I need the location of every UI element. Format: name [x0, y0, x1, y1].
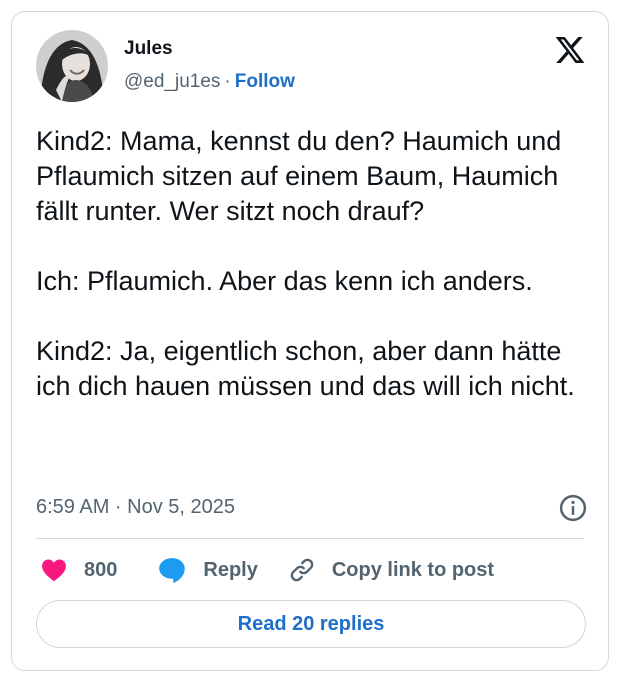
embedded-tweet-card: Jules @ed_ju1es · Follow Kind2: Mama, kenn… [11, 11, 609, 671]
tweet-text: Kind2: Mama, kennst du den? Haumich und … [36, 126, 575, 401]
author-handle-row: @ed_ju1es · Follow [124, 71, 295, 93]
x-logo-icon[interactable] [554, 34, 586, 66]
author-name[interactable]: Jules [124, 38, 173, 60]
author-handle[interactable]: @ed_ju1es [124, 71, 220, 92]
divider [36, 538, 584, 539]
separator-dot: · [224, 71, 231, 92]
author-avatar[interactable] [36, 30, 108, 102]
reply-button[interactable]: Reply [157, 555, 258, 585]
copy-link-button[interactable]: Copy link to post [288, 556, 494, 584]
copy-link-label: Copy link to post [331, 558, 495, 581]
info-icon[interactable] [558, 493, 588, 523]
heart-icon [42, 559, 66, 582]
like-count: 800 [84, 558, 118, 581]
follow-link[interactable]: Follow [235, 71, 295, 92]
action-bar: 800 Reply Copy link to post [40, 552, 494, 588]
read-replies-button[interactable]: Read 20 replies [36, 600, 586, 648]
like-button[interactable]: 800 [40, 556, 117, 584]
reply-label: Reply [203, 558, 258, 581]
tweet-timestamp[interactable]: 6:59 AM · Nov 5, 2025 [36, 496, 235, 519]
speech-bubble-icon [159, 558, 186, 584]
avatar-photo [36, 30, 108, 102]
link-icon [290, 558, 314, 582]
